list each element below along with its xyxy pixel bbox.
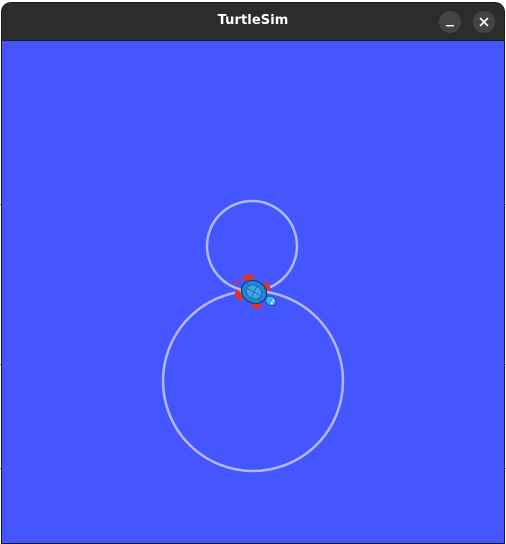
- minimize-icon: [446, 25, 454, 27]
- trail-layer: [161, 199, 345, 473]
- close-icon: [479, 17, 489, 27]
- turtle-canvas: [2, 41, 504, 543]
- turtlesim-window: TurtleSim: [2, 3, 504, 543]
- window-titlebar[interactable]: TurtleSim: [2, 3, 504, 41]
- close-button[interactable]: [473, 11, 495, 33]
- large-circle-trail: [161, 289, 345, 473]
- window-title: TurtleSim: [217, 13, 289, 28]
- minimize-button[interactable]: [439, 11, 461, 33]
